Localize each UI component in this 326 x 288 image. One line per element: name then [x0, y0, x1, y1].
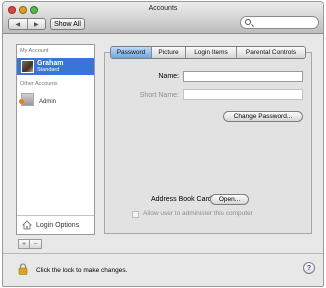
help-button[interactable]: ?	[303, 262, 315, 274]
login-options-label: Login Options	[36, 222, 80, 229]
account-name: Admin	[39, 99, 57, 105]
admin-avatar	[19, 93, 34, 106]
account-item-admin[interactable]: Admin	[17, 92, 94, 108]
account-name: Graham	[37, 60, 64, 67]
allow-admin-label: Allow user to administer this computer	[143, 210, 253, 217]
account-tabs: Password Picture Login Items Parental Co…	[110, 46, 306, 59]
other-accounts-header: Other Accounts	[20, 81, 58, 87]
account-item-graham[interactable]: Graham Standard	[17, 58, 94, 75]
accounts-window: Accounts ◀ ▶ Show All My Account Graham …	[2, 1, 324, 287]
lock-message: Click the lock to make changes.	[36, 267, 128, 274]
accounts-sidebar: My Account Graham Standard Other Account…	[16, 44, 95, 235]
add-remove-controls: + −	[18, 239, 42, 249]
show-all-button[interactable]: Show All	[50, 18, 85, 30]
toolbar: Accounts ◀ ▶ Show All	[3, 2, 323, 34]
search-icon	[245, 19, 251, 25]
account-role: Standard	[37, 67, 60, 73]
window-title: Accounts	[148, 5, 178, 12]
add-account-button[interactable]: +	[18, 239, 30, 249]
name-field[interactable]	[183, 71, 303, 82]
tab-password[interactable]: Password	[111, 47, 151, 58]
tab-parental-controls[interactable]: Parental Controls	[236, 47, 305, 58]
address-book-card-label: Address Book Card:	[151, 196, 214, 203]
allow-admin-checkbox[interactable]	[132, 211, 139, 218]
footer-divider	[3, 253, 323, 254]
login-options-item[interactable]: Login Options	[17, 215, 94, 234]
back-forward-control: ◀ ▶	[8, 18, 46, 30]
tab-picture[interactable]: Picture	[151, 47, 185, 58]
change-password-button[interactable]: Change Password...	[223, 111, 303, 122]
lock-icon[interactable]	[18, 263, 28, 275]
tab-login-items[interactable]: Login Items	[185, 47, 236, 58]
remove-account-button[interactable]: −	[30, 239, 42, 249]
short-name-field[interactable]	[183, 89, 303, 100]
password-panel: Name: Short Name: Change Password... Add…	[104, 52, 312, 234]
forward-arrow-icon[interactable]: ▶	[26, 19, 46, 29]
my-account-header: My Account	[20, 48, 49, 54]
short-name-label: Short Name:	[139, 92, 179, 99]
name-label: Name:	[158, 73, 179, 80]
house-icon	[22, 220, 32, 230]
graham-avatar	[21, 60, 34, 73]
search-field[interactable]	[240, 16, 319, 29]
back-arrow-icon[interactable]: ◀	[9, 19, 27, 29]
open-address-book-button[interactable]: Open...	[210, 194, 249, 205]
